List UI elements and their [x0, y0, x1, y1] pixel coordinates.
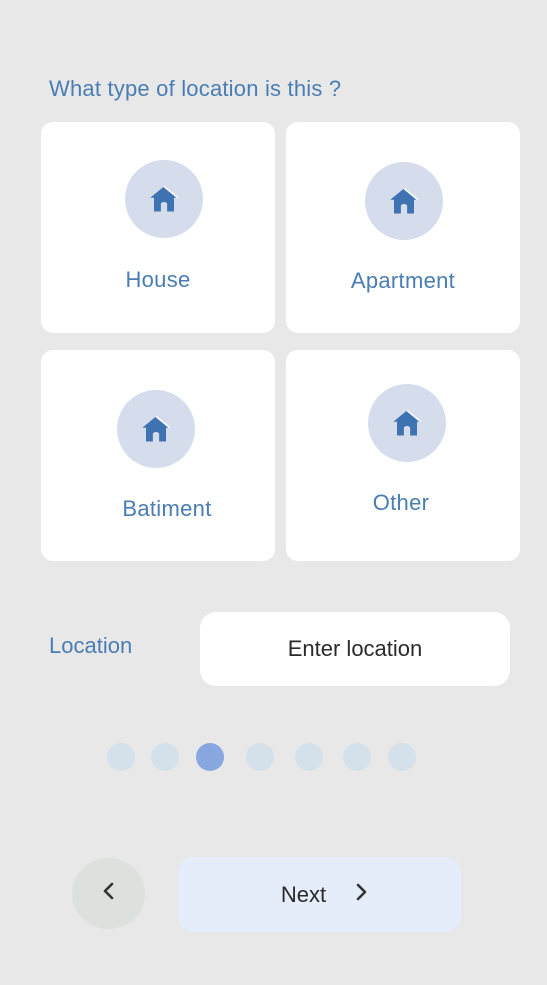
location-input[interactable]	[200, 612, 510, 686]
home-icon	[125, 160, 203, 238]
step-dot	[295, 743, 323, 771]
chevron-right-icon	[354, 883, 368, 906]
step-dot	[246, 743, 274, 771]
option-card-house[interactable]: House	[41, 122, 275, 333]
question-title: What type of location is this ?	[49, 76, 342, 101]
option-card-apartment[interactable]: Apartment	[286, 122, 520, 333]
step-dot-active	[196, 743, 224, 771]
back-button[interactable]	[72, 858, 145, 929]
option-label: Other	[372, 490, 430, 515]
step-dot	[388, 743, 416, 771]
home-icon	[365, 162, 443, 240]
option-label: House	[125, 267, 191, 292]
option-label: Apartment	[350, 268, 456, 293]
next-label: Next	[280, 881, 327, 907]
chevron-left-icon	[102, 882, 116, 905]
option-card-other[interactable]: Other	[286, 350, 520, 561]
option-label: Batiment	[122, 496, 212, 521]
location-label: Location	[49, 633, 133, 658]
step-dot	[107, 743, 135, 771]
home-icon	[117, 390, 195, 468]
option-card-batiment[interactable]: Batiment	[41, 350, 275, 561]
step-dot	[343, 743, 371, 771]
step-dot	[151, 743, 179, 771]
next-button[interactable]: Next	[178, 857, 461, 932]
home-icon	[368, 384, 446, 462]
